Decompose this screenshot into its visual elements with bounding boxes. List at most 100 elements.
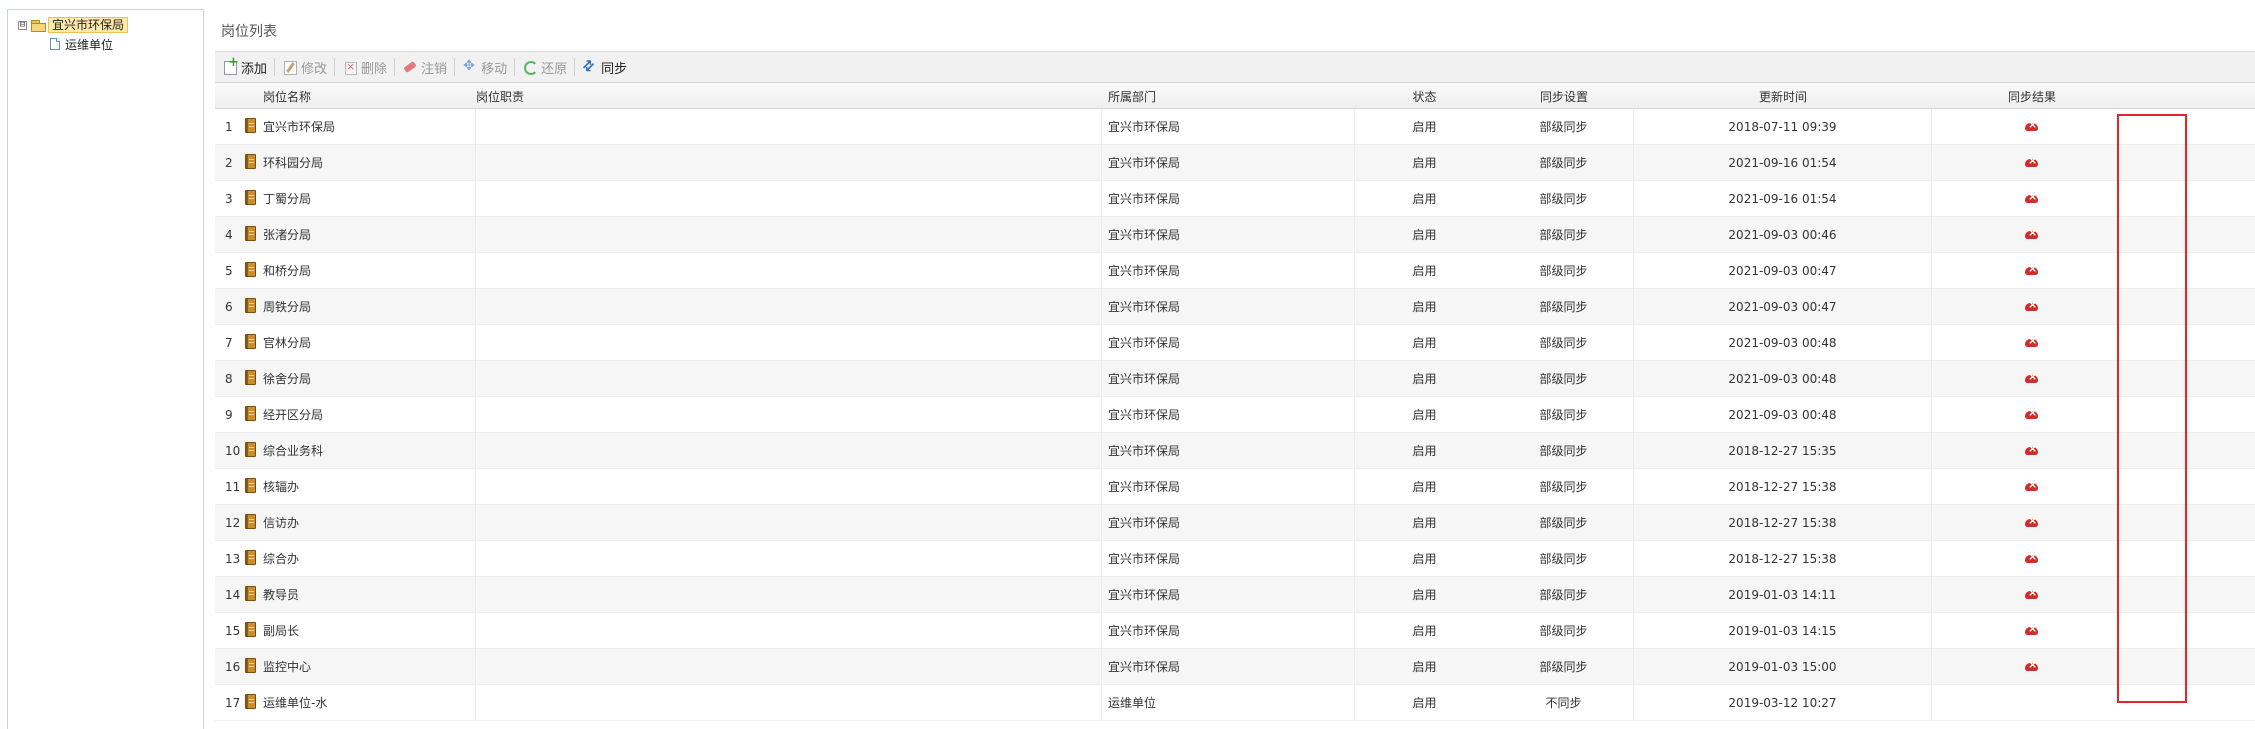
row-duty (476, 469, 1102, 504)
row-number: 14 (225, 587, 241, 602)
row-state: 启用 (1412, 696, 1437, 710)
table-row[interactable]: 5 和桥分局 宜兴市环保局 启用 部级同步 2021-09-03 00:47 (215, 253, 2255, 289)
table-row[interactable]: 15 副局长 宜兴市环保局 启用 部级同步 2019-01-03 14:15 (215, 613, 2255, 649)
row-duty (476, 649, 1102, 684)
add-button[interactable]: 添加 (215, 55, 274, 79)
table-row[interactable]: 14 教导员 宜兴市环保局 启用 部级同步 2019-01-03 14:11 (215, 577, 2255, 613)
row-sync-setting: 部级同步 (1494, 649, 1634, 684)
row-sync-result (1932, 253, 2132, 288)
row-updated: 2018-12-27 15:38 (1634, 505, 1932, 540)
row-sync-setting: 部级同步 (1494, 145, 1634, 180)
row-name-text: 副局长 (263, 624, 300, 638)
header-updated[interactable]: 更新时间 (1634, 88, 1932, 108)
document-icon (50, 38, 60, 50)
table-row[interactable]: 16 监控中心 宜兴市环保局 启用 部级同步 2019-01-03 15:00 (215, 649, 2255, 685)
sync-failed-icon[interactable] (2024, 514, 2040, 529)
move-button[interactable]: 移动 (455, 55, 514, 79)
table-row[interactable]: 10 综合业务科 宜兴市环保局 启用 部级同步 2018-12-27 15:35 (215, 433, 2255, 469)
row-sync-setting-text: 部级同步 (1539, 552, 1588, 566)
header-sync-setting[interactable]: 同步设置 (1494, 88, 1634, 108)
sync-failed-icon[interactable] (2024, 298, 2040, 313)
row-updated: 2021-09-03 00:47 (1634, 253, 1932, 288)
row-sync-setting-text: 部级同步 (1539, 192, 1588, 206)
sync-failed-icon[interactable] (2024, 622, 2040, 637)
sync-failed-icon[interactable] (2024, 550, 2040, 565)
row-sync-setting-text: 部级同步 (1539, 444, 1588, 458)
tree-node-root-label[interactable]: 宜兴市环保局 (48, 17, 129, 33)
header-sync-result[interactable]: 同步结果 (1932, 88, 2132, 108)
row-state: 启用 (1412, 336, 1437, 350)
row-dept-text: 宜兴市环保局 (1108, 552, 1181, 566)
sync-failed-icon[interactable] (2024, 262, 2040, 277)
table-row[interactable]: 6 周铁分局 宜兴市环保局 启用 部级同步 2021-09-03 00:47 (215, 289, 2255, 325)
row-duty (476, 505, 1102, 540)
sync-failed-icon[interactable] (2024, 118, 2040, 133)
toolbar: 添加 修改 删除 注销 移动 还原 同步 (215, 51, 2255, 83)
row-dept-text: 宜兴市环保局 (1108, 228, 1181, 242)
row-updated-text: 2021-09-03 00:48 (1728, 407, 1837, 422)
row-sync-result (1932, 397, 2132, 432)
row-duty (476, 289, 1102, 324)
edit-button[interactable]: 修改 (275, 55, 334, 79)
row-state: 启用 (1412, 588, 1437, 602)
logout-button[interactable]: 注销 (395, 55, 454, 79)
row-sync-setting: 部级同步 (1494, 253, 1634, 288)
book-icon (245, 153, 256, 169)
sync-failed-icon[interactable] (2024, 154, 2040, 169)
sync-failed-icon[interactable] (2024, 586, 2040, 601)
row-name: 监控中心 (261, 649, 476, 684)
table-row[interactable]: 12 信访办 宜兴市环保局 启用 部级同步 2018-12-27 15:38 (215, 505, 2255, 541)
row-dept: 宜兴市环保局 (1102, 109, 1355, 144)
table-row[interactable]: 4 张渚分局 宜兴市环保局 启用 部级同步 2021-09-03 00:46 (215, 217, 2255, 253)
row-dept-text: 运维单位 (1108, 696, 1157, 710)
table-row[interactable]: 2 环科园分局 宜兴市环保局 启用 部级同步 2021-09-16 01:54 (215, 145, 2255, 181)
table-row[interactable]: 11 核辐办 宜兴市环保局 启用 部级同步 2018-12-27 15:38 (215, 469, 2255, 505)
collapse-toggle-icon[interactable]: ⊟ (18, 20, 27, 30)
row-state: 启用 (1412, 372, 1437, 386)
sync-button[interactable]: 同步 (575, 55, 634, 79)
table-row[interactable]: 3 丁蜀分局 宜兴市环保局 启用 部级同步 2021-09-16 01:54 (215, 181, 2255, 217)
header-state[interactable]: 状态 (1355, 88, 1494, 108)
sync-failed-icon[interactable] (2024, 334, 2040, 349)
table-row[interactable]: 9 经开区分局 宜兴市环保局 启用 部级同步 2021-09-03 00:48 (215, 397, 2255, 433)
row-sync-result (1932, 685, 2132, 720)
row-updated: 2019-01-03 14:11 (1634, 577, 1932, 612)
row-updated-text: 2019-01-03 14:11 (1728, 587, 1837, 602)
table-row[interactable]: 13 综合办 宜兴市环保局 启用 部级同步 2018-12-27 15:38 (215, 541, 2255, 577)
row-dept-text: 宜兴市环保局 (1108, 120, 1181, 134)
header-name[interactable]: 岗位名称 (243, 88, 476, 108)
header-duty[interactable]: 岗位职责 (476, 88, 1102, 108)
row-number: 7 (225, 335, 233, 350)
table-row[interactable]: 8 徐舍分局 宜兴市环保局 启用 部级同步 2021-09-03 00:48 (215, 361, 2255, 397)
sync-icon (582, 59, 598, 75)
tree-node-child-label[interactable]: 运维单位 (65, 36, 113, 53)
header-dept[interactable]: 所属部门 (1102, 88, 1355, 108)
table-row[interactable]: 17 运维单位-水 运维单位 启用 不同步 2019-03-12 10:27 (215, 685, 2255, 721)
row-updated: 2021-09-03 00:48 (1634, 397, 1932, 432)
sync-failed-icon[interactable] (2024, 406, 2040, 421)
sync-failed-icon[interactable] (2024, 226, 2040, 241)
row-duty (476, 397, 1102, 432)
row-duty (476, 217, 1102, 252)
delete-icon (342, 59, 358, 75)
row-name: 副局长 (261, 613, 476, 648)
sync-failed-icon[interactable] (2024, 658, 2040, 673)
delete-button[interactable]: 删除 (335, 55, 394, 79)
sync-failed-icon[interactable] (2024, 442, 2040, 457)
table-row[interactable]: 7 官林分局 宜兴市环保局 启用 部级同步 2021-09-03 00:48 (215, 325, 2255, 361)
tree-node-child[interactable]: 运维单位 (50, 35, 113, 53)
sync-failed-icon[interactable] (2024, 370, 2040, 385)
book-icon-cell (243, 585, 261, 604)
tree-node-root[interactable]: ⊟ 宜兴市环保局 (18, 16, 129, 34)
row-name: 宜兴市环保局 (261, 109, 476, 144)
row-sync-result (1932, 541, 2132, 576)
row-number: 8 (225, 371, 233, 386)
book-icon-cell (243, 297, 261, 316)
restore-button[interactable]: 还原 (515, 55, 574, 79)
table-row[interactable]: 1 宜兴市环保局 宜兴市环保局 启用 部级同步 2018-07-11 09:39 (215, 109, 2255, 145)
book-icon-cell (243, 513, 261, 532)
sync-failed-icon[interactable] (2024, 190, 2040, 205)
row-sync-setting-text: 部级同步 (1539, 372, 1588, 386)
sync-failed-icon[interactable] (2024, 478, 2040, 493)
row-sync-setting-text: 部级同步 (1539, 588, 1588, 602)
